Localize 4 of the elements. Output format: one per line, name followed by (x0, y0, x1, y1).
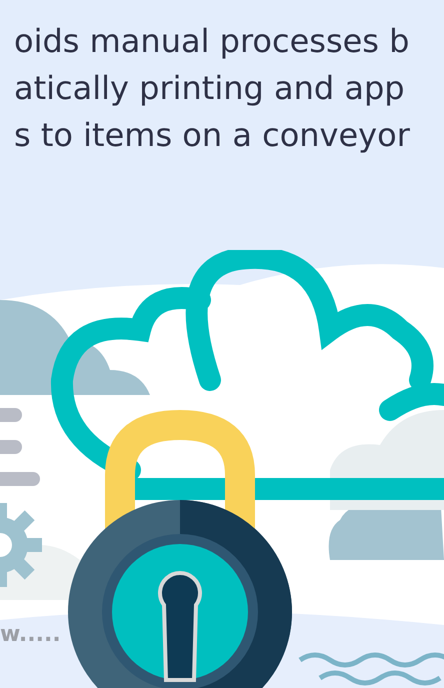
illustration-caption: w..... (0, 621, 61, 649)
heading-text: atically printing and app (14, 68, 405, 109)
heading-text: oids manual processes b (14, 21, 410, 62)
heading-text: s to items on a conveyor (14, 115, 410, 156)
